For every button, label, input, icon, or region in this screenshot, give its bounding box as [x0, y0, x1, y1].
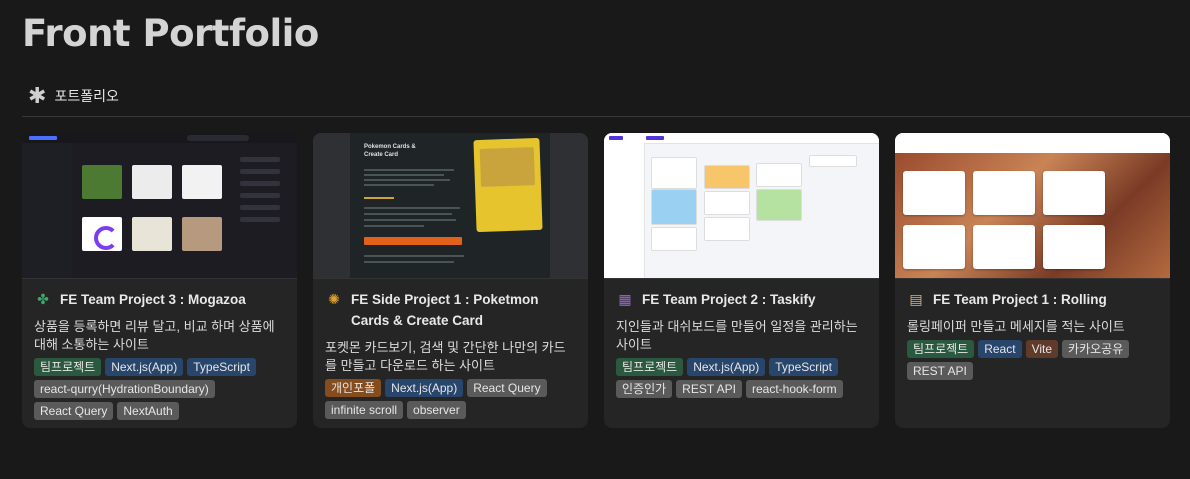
tag: React Query	[467, 379, 547, 397]
tag: Next.js(App)	[385, 379, 464, 397]
card-title: FE Side Project 1 : Poketmon Cards & Cre…	[351, 292, 539, 328]
view-tab-label: 포트폴리오	[54, 88, 119, 104]
tag: NextAuth	[117, 402, 179, 420]
card-thumbnail	[22, 133, 297, 279]
page-title: Front Portfolio	[22, 12, 319, 55]
tag: TypeScript	[187, 358, 256, 376]
gallery-card-mogazoa[interactable]: ✤ FE Team Project 3 : Mogazoa 상품을 등록하면 리…	[22, 133, 297, 428]
tag: Next.js(App)	[687, 358, 766, 376]
card-title: FE Team Project 2 : Taskify	[642, 292, 816, 307]
card-description: 포켓몬 카드보기, 검색 및 간단한 나만의 카드를 만들고 다운로드 하는 사…	[325, 340, 566, 373]
tag: observer	[407, 401, 466, 419]
gallery-card-poketmon[interactable]: Pokemon Cards & Create Card ✺ FE Side Pr…	[313, 133, 588, 428]
card-thumbnail	[604, 133, 879, 279]
gallery-card-rolling[interactable]: ▤ FE Team Project 1 : Rolling 롤링페이퍼 만들고 …	[895, 133, 1170, 428]
tag-list: 팀프로젝트 React Vite 카카오공유 REST API	[907, 340, 1158, 380]
tag-list: 개인포폴 Next.js(App) React Query infinite s…	[325, 379, 576, 419]
tag: react-hook-form	[745, 380, 843, 398]
card-description: 상품을 등록하면 리뷰 달고, 비교 하며 상품에 대해 소통하는 사이트	[34, 319, 275, 352]
card-title: FE Team Project 1 : Rolling	[933, 292, 1107, 307]
clover-icon: ✤	[37, 291, 49, 307]
tag: 카카오공유	[1062, 340, 1130, 358]
calendar-icon: ▦	[618, 291, 632, 307]
card-title: FE Team Project 3 : Mogazoa	[60, 292, 246, 307]
divider	[22, 116, 1190, 117]
card-thumbnail: Pokemon Cards & Create Card	[313, 133, 588, 279]
tag: react-qurry(HydrationBoundary)	[34, 380, 215, 398]
tag: 팀프로젝트	[907, 340, 975, 358]
gallery-card-taskify[interactable]: ▦ FE Team Project 2 : Taskify 지인들과 대쉬보드를…	[604, 133, 879, 428]
tag: infinite scroll	[325, 401, 404, 419]
tag: React	[978, 340, 1022, 358]
tag: 개인포폴	[325, 379, 382, 397]
tag: REST API	[676, 380, 742, 398]
gallery: ✤ FE Team Project 3 : Mogazoa 상품을 등록하면 리…	[22, 133, 1170, 428]
tag: 팀프로젝트	[34, 358, 102, 376]
card-description: 지인들과 대쉬보드를 만들어 일정을 관리하는 사이트	[616, 319, 858, 352]
tag: Vite	[1025, 340, 1059, 358]
view-tab-portfolio[interactable]: ✱ 포트폴리오	[28, 84, 119, 108]
tag: Next.js(App)	[105, 358, 184, 376]
tag: 인증인가	[616, 380, 673, 398]
card-thumbnail	[895, 133, 1170, 279]
tag: 팀프로젝트	[616, 358, 684, 376]
tag-list: 팀프로젝트 Next.js(App) TypeScript 인증인가 REST …	[616, 358, 867, 398]
tag: REST API	[907, 362, 973, 380]
asterisk-icon: ✱	[28, 83, 47, 108]
card-description: 롤링페이퍼 만들고 메세지를 적는 사이트	[907, 319, 1125, 334]
tag: TypeScript	[769, 358, 838, 376]
tag: React Query	[34, 402, 114, 420]
scroll-icon: ▤	[909, 291, 923, 307]
pokeball-icon: ✺	[328, 291, 340, 307]
tag-list: 팀프로젝트 Next.js(App) TypeScript react-qurr…	[34, 358, 285, 420]
